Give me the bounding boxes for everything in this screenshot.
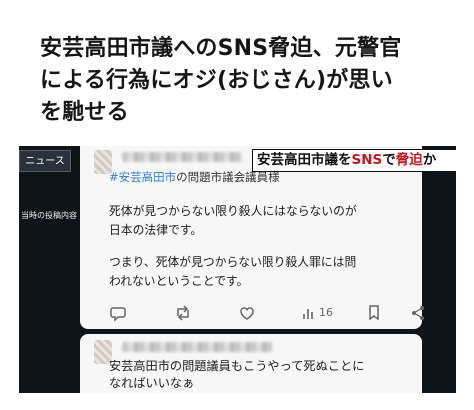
hashtag-link[interactable]: #安芸高田市 [109,170,176,184]
post-text-line-1: 死体が見つからない限り殺人にはならないのが [109,204,357,218]
reply-text-line-2: なればいいなぁ [109,376,195,390]
banner-text-4: 脅迫 [395,152,423,168]
banner-text-1: 安芸高田市議を [257,152,352,168]
news-title-banner: 安芸高田市議をSNSで脅迫か [252,149,456,172]
headline-line-3: を馳せる [40,100,129,125]
social-post-card: #安芸高田市の問題市議会議員様 死体が見つからない限り殺人にはならないのが 日本… [80,146,424,329]
news-video-frame[interactable]: ニュース 当時の投稿内容 #安芸高田市の問題市議会議員様 死体が見つからない限り… [19,146,456,393]
article-headline: 安芸高田市議へのSNS脅迫、元警官 による行為にオジ(おじさん)が思い を馳せる [40,33,460,129]
blurred-username [122,152,242,162]
bookmark-icon[interactable] [366,303,382,323]
like-icon[interactable] [238,303,256,323]
share-icon[interactable] [410,303,426,323]
reply-text-line-1: 安芸高田市の問題議員もこうやって死ぬことに [109,359,365,373]
banner-text-3: で [382,152,396,168]
post-text-line-3: つまり、死体が見つからない限り殺人罪には問 [109,255,357,269]
hashtag-rest: の問題市議会議員様 [176,170,280,184]
post-text-line-4: われないということです。 [109,274,249,288]
repost-icon[interactable] [174,303,192,323]
headline-line-1: 安芸高田市議へのSNS脅迫、元警官 [40,36,402,61]
news-label: ニュース [19,150,71,172]
views-count: 16 [319,306,333,319]
post-action-bar: 16 [110,303,424,323]
headline-line-2: による行為にオジ(おじさん)が思い [40,68,393,93]
reply-icon[interactable] [110,303,126,323]
blurred-username [122,342,272,352]
banner-text-2: SNS [351,152,383,168]
reply-post-card: 安芸高田市の問題議員もこうやって死ぬことに なればいいなぁ [80,334,422,393]
post-text-line-2: 日本の法律です。 [109,223,203,237]
views-icon[interactable]: 16 [302,303,342,323]
banner-text-5: か [422,152,437,168]
